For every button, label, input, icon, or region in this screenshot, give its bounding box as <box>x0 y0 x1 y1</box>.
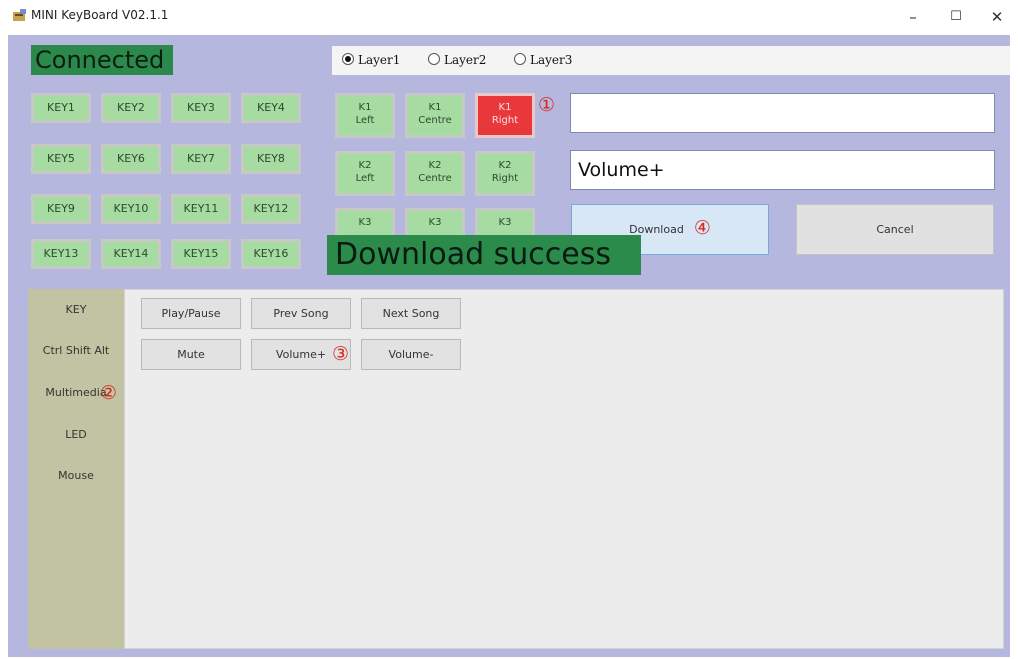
radio-layer1[interactable]: Layer1 <box>342 53 400 67</box>
function-name-field[interactable]: Volume+ <box>570 150 995 190</box>
radio-icon <box>514 53 526 65</box>
function-panel: Play/Pause Prev Song Next Song Mute Volu… <box>124 289 1004 649</box>
k1-left-button[interactable]: K1 Left <box>335 93 395 138</box>
close-button[interactable]: ✕ <box>981 6 1013 28</box>
prev-song-button[interactable]: Prev Song <box>251 298 351 329</box>
maximize-button[interactable]: ☐ <box>940 6 972 28</box>
k2-left-button[interactable]: K2 Left <box>335 151 395 196</box>
radio-selected-icon <box>342 53 354 65</box>
marker-3: ③ <box>332 343 350 365</box>
play-pause-button[interactable]: Play/Pause <box>141 298 241 329</box>
k2-right-button[interactable]: K2 Right <box>475 151 535 196</box>
key-button[interactable]: KEY1 <box>31 93 91 123</box>
mute-button[interactable]: Mute <box>141 339 241 370</box>
key-button[interactable]: KEY10 <box>101 194 161 224</box>
radio-layer3[interactable]: Layer3 <box>514 53 572 67</box>
key-button[interactable]: KEY6 <box>101 144 161 174</box>
marker-2: ② <box>100 382 118 404</box>
key-button[interactable]: KEY11 <box>171 194 231 224</box>
client-area: Connected Layer1 Layer2 Layer3 KEY1 KEY2… <box>8 35 1010 657</box>
marker-4: ④ <box>693 217 711 239</box>
category-panel: KEY Ctrl Shift Alt Multimedia LED Mouse … <box>28 289 124 649</box>
layer-selector: Layer1 Layer2 Layer3 <box>332 46 1010 75</box>
key-button[interactable]: KEY8 <box>241 144 301 174</box>
key-button[interactable]: KEY2 <box>101 93 161 123</box>
key-button[interactable]: KEY16 <box>241 239 301 269</box>
key-value-field[interactable] <box>570 93 995 133</box>
volume-down-button[interactable]: Volume- <box>361 339 461 370</box>
connection-status: Connected <box>31 45 173 75</box>
window-title: MINI KeyBoard V02.1.1 <box>31 8 169 22</box>
key-button[interactable]: KEY3 <box>171 93 231 123</box>
category-mouse[interactable]: Mouse <box>28 469 124 482</box>
marker-1: ① <box>538 94 556 116</box>
title-bar: MINI KeyBoard V02.1.1 – ☐ ✕ <box>0 0 1018 34</box>
k2-centre-button[interactable]: K2 Centre <box>405 151 465 196</box>
category-ctrl-shift-alt[interactable]: Ctrl Shift Alt <box>28 344 124 357</box>
key-button[interactable]: KEY5 <box>31 144 91 174</box>
minimize-button[interactable]: – <box>897 6 929 28</box>
key-button[interactable]: KEY7 <box>171 144 231 174</box>
category-key[interactable]: KEY <box>28 303 124 316</box>
key-button[interactable]: KEY9 <box>31 194 91 224</box>
key-button[interactable]: KEY15 <box>171 239 231 269</box>
next-song-button[interactable]: Next Song <box>361 298 461 329</box>
k1-centre-button[interactable]: K1 Centre <box>405 93 465 138</box>
app-icon <box>13 9 26 21</box>
key-button[interactable]: KEY4 <box>241 93 301 123</box>
cancel-button[interactable]: Cancel <box>796 204 994 255</box>
key-button[interactable]: KEY12 <box>241 194 301 224</box>
k1-right-button[interactable]: K1 Right <box>475 93 535 138</box>
key-button[interactable]: KEY13 <box>31 239 91 269</box>
download-success-banner: Download success <box>327 235 641 275</box>
category-led[interactable]: LED <box>28 428 124 441</box>
key-button[interactable]: KEY14 <box>101 239 161 269</box>
radio-layer2[interactable]: Layer2 <box>428 53 486 67</box>
radio-icon <box>428 53 440 65</box>
